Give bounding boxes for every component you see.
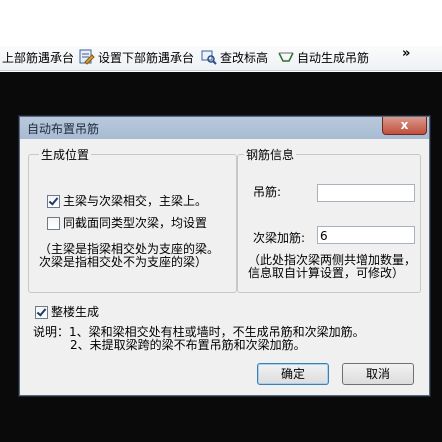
position-note-line-2: 次梁是指相交处不为支座的梁） [39,255,208,269]
toolbar-overflow-icon[interactable]: » [402,46,410,61]
auto-hanger-dialog: 自动布置吊筋 x 生成位置 主梁与次梁相交，主梁上。 同截面同类型次梁，均设置 … [19,116,430,396]
toolbar-item-top-rebar-pile-cap[interactable]: 上部筋遇承台 [2,49,74,67]
toolbar-item-query-elevation[interactable]: 查改标高 [220,49,268,67]
whole-floor-checkbox[interactable] [35,306,48,319]
main-secondary-intersect-label[interactable]: 主梁与次梁相交，主梁上。 [63,192,207,209]
rebar-info-group: 钢筋信息 吊筋: 次梁加筋: 6 （此处指次梁两侧共增加数量， 信息取自计算设置… [237,146,421,293]
dialog-titlebar[interactable]: 自动布置吊筋 x [20,117,429,139]
toolbar-item-set-bottom-rebar[interactable]: 设置下部筋遇承台 [98,49,194,67]
position-group-title: 生成位置 [39,146,92,163]
toolbar-strip: 上部筋遇承台 设置下部筋遇承台 查改标高 自动生成吊筋 » [0,46,442,71]
same-section-checkbox[interactable] [47,217,60,230]
toolbar: 上部筋遇承台 设置下部筋遇承台 查改标高 自动生成吊筋 » [0,0,442,72]
rebar-info-group-title: 钢筋信息 [244,146,297,163]
auto-hanger-rebar-icon [278,52,294,62]
set-bottom-rebar-icon [79,49,95,65]
dialog-title: 自动布置吊筋 [27,122,100,136]
hanger-rebar-input[interactable] [317,184,415,202]
toolbar-item-auto-hanger-rebar[interactable]: 自动生成吊筋 [297,49,369,67]
main-secondary-intersect-checkbox[interactable] [47,195,60,208]
secondary-beam-extra-input[interactable]: 6 [317,226,415,244]
cancel-button[interactable]: 取消 [342,363,414,385]
position-group: 生成位置 主梁与次梁相交，主梁上。 同截面同类型次梁，均设置 （主梁是指梁相交处… [28,146,237,293]
secondary-beam-extra-label: 次梁加筋: [253,231,306,245]
same-section-label[interactable]: 同截面同类型次梁，均设置 [63,214,207,231]
hanger-rebar-label: 吊筋: [253,185,282,199]
rebar-note-line-2: 信息取自计算设置，可修改） [248,266,405,280]
ok-button[interactable]: 确定 [257,363,329,385]
query-elevation-icon [201,50,217,65]
explanation-line-2: 2、未提取梁跨的梁不布置吊筋和次梁加筋。 [70,338,306,352]
whole-floor-label[interactable]: 整楼生成 [51,303,99,320]
close-button[interactable]: x [382,117,427,135]
